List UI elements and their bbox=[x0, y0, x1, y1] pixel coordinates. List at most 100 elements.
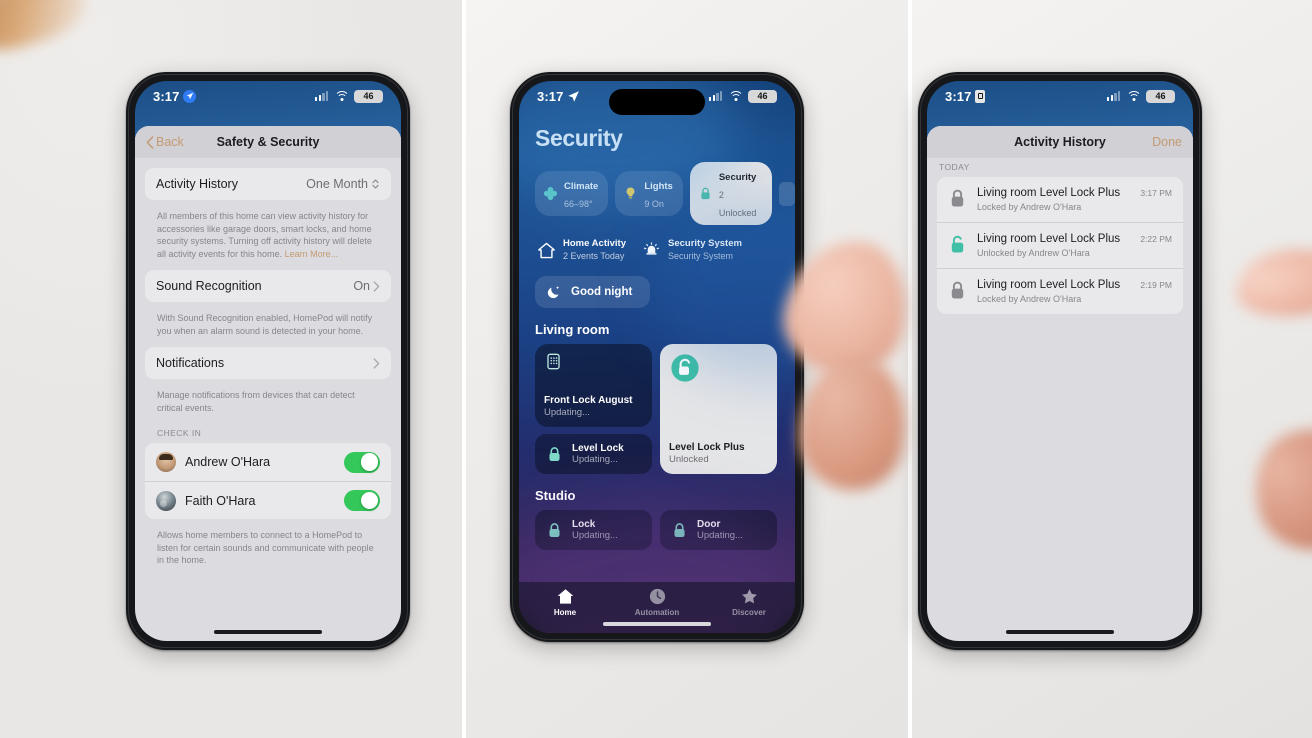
back-button[interactable]: Back bbox=[146, 135, 184, 149]
activity-history-sheet: Activity History Done TODAY Living room … bbox=[927, 126, 1193, 641]
activity-time: 3:17 PM bbox=[1140, 188, 1172, 198]
phone-left-screen: 3:17 46 Back Safety & Security Activity … bbox=[135, 81, 401, 641]
tab-discover[interactable]: Discover bbox=[703, 587, 795, 617]
home-app: 3:17 46 Security Climate 66–98° Lights 9… bbox=[519, 81, 795, 633]
scene-label: Good night bbox=[571, 286, 633, 298]
member-name: Faith O'Hara bbox=[185, 493, 256, 508]
home-indicator bbox=[603, 621, 711, 626]
lock-badge-icon bbox=[975, 89, 986, 103]
activity-history-card: Activity History One Month bbox=[145, 168, 391, 200]
member-row[interactable]: Faith O'Hara bbox=[145, 481, 391, 519]
status-left: 3:17 bbox=[945, 88, 986, 104]
activity-time: 2:19 PM bbox=[1140, 280, 1172, 290]
location-arrow-icon bbox=[183, 89, 197, 103]
summary-title: Home Activity bbox=[563, 238, 626, 249]
phone-right-screen: 3:17 46 Activity History Done TODAY Livi… bbox=[927, 81, 1193, 641]
location-arrow-icon bbox=[568, 90, 580, 102]
tab-label: Discover bbox=[732, 608, 766, 617]
activity-history-label: Activity History bbox=[156, 177, 238, 191]
check-in-header: CHECK IN bbox=[157, 428, 202, 438]
keypad-lock-icon bbox=[547, 353, 560, 370]
sheet-nav-bar: Back Safety & Security bbox=[135, 126, 401, 158]
notifications-note: Manage notifications from devices that c… bbox=[157, 390, 355, 413]
member-toggle[interactable] bbox=[344, 490, 380, 511]
activity-row[interactable]: Living room Level Lock Plus Unlocked by … bbox=[937, 222, 1183, 268]
status-time: 3:17 bbox=[153, 88, 180, 104]
tile-level-lock[interactable]: Level Lock Updating... bbox=[535, 434, 652, 474]
sound-recognition-note: With Sound Recognition enabled, HomePod … bbox=[157, 313, 373, 336]
battery-indicator: 46 bbox=[1146, 89, 1175, 103]
tile-status: Unlocked bbox=[669, 454, 709, 465]
tab-automation[interactable]: Automation bbox=[611, 587, 703, 617]
lock-icon bbox=[701, 187, 710, 200]
cellular-signal-icon bbox=[709, 91, 723, 101]
tile-title: Level Lock bbox=[572, 442, 624, 454]
today-section-header: TODAY bbox=[939, 162, 970, 172]
chevron-up-down-icon bbox=[372, 179, 379, 189]
chevron-right-icon bbox=[373, 357, 380, 369]
activity-history-note-text: All members of this home can view activi… bbox=[157, 211, 372, 259]
panel-divider-1 bbox=[462, 0, 466, 738]
sound-recognition-label: Sound Recognition bbox=[156, 279, 262, 293]
activity-history-row[interactable]: Activity History One Month bbox=[145, 168, 391, 200]
tile-title: Level Lock Plus bbox=[669, 442, 745, 453]
status-time: 3:17 bbox=[945, 88, 972, 104]
dynamic-island bbox=[609, 89, 705, 115]
tile-status: Updating... bbox=[572, 454, 618, 465]
activity-row[interactable]: Living room Level Lock Plus Locked by An… bbox=[937, 177, 1183, 222]
screenshot-stage: 3:17 46 Back Safety & Security Activity … bbox=[0, 0, 1312, 738]
status-bar: 3:17 46 bbox=[927, 81, 1193, 111]
avatar bbox=[156, 490, 176, 511]
wifi-icon bbox=[1126, 90, 1141, 102]
check-in-note: Allows home members to connect to a Home… bbox=[157, 530, 374, 565]
phone-left: 3:17 46 Back Safety & Security Activity … bbox=[126, 72, 410, 650]
notifications-value bbox=[373, 357, 380, 369]
avatar bbox=[156, 452, 176, 472]
learn-more-link[interactable]: Learn More... bbox=[285, 249, 339, 259]
lock-icon bbox=[549, 446, 560, 461]
activity-row[interactable]: Living room Level Lock Plus Locked by An… bbox=[937, 268, 1183, 314]
member-toggle[interactable] bbox=[344, 451, 380, 473]
tab-home[interactable]: Home bbox=[519, 587, 611, 617]
summary-home-activity[interactable]: Home Activity 2 Events Today bbox=[537, 238, 626, 262]
chip-title: Security bbox=[718, 171, 757, 183]
status-right: 46 bbox=[315, 89, 383, 103]
notifications-row[interactable]: Notifications bbox=[145, 347, 391, 379]
activity-history-note: All members of this home can view activi… bbox=[145, 206, 391, 270]
notifications-card: Notifications bbox=[145, 347, 391, 379]
lock-icon bbox=[951, 281, 964, 299]
activity-detail: Unlocked by Andrew O'Hara bbox=[977, 248, 1090, 258]
back-button-label: Back bbox=[156, 135, 184, 149]
status-right: 46 bbox=[709, 89, 777, 103]
chevron-right-icon bbox=[373, 280, 380, 292]
lock-icon bbox=[951, 189, 964, 207]
scene-good-night[interactable]: Good night bbox=[535, 276, 651, 308]
chevron-left-icon bbox=[146, 135, 154, 149]
safety-security-sheet: Back Safety & Security Activity History … bbox=[135, 126, 401, 641]
status-bar: 3:17 46 bbox=[135, 81, 401, 111]
notifications-label: Notifications bbox=[156, 356, 225, 370]
home-indicator bbox=[214, 629, 322, 634]
clock-icon bbox=[649, 588, 665, 605]
done-button[interactable]: Done bbox=[1152, 135, 1182, 149]
activity-detail: Locked by Andrew O'Hara bbox=[977, 202, 1082, 212]
tab-label: Automation bbox=[634, 608, 680, 617]
house-icon bbox=[557, 589, 573, 604]
activity-title: Living room Level Lock Plus bbox=[977, 279, 1121, 291]
tile-title: Front Lock August bbox=[544, 395, 633, 406]
status-time: 3:17 bbox=[537, 88, 564, 104]
sheet-nav-bar: Activity History Done bbox=[927, 126, 1193, 158]
home-indicator bbox=[1006, 629, 1114, 634]
cellular-signal-icon bbox=[315, 91, 329, 101]
star-icon bbox=[741, 589, 757, 604]
status-right: 46 bbox=[1107, 89, 1175, 103]
status-left: 3:17 bbox=[537, 89, 580, 104]
tile-front-lock-august[interactable]: Front Lock August Updating... bbox=[535, 344, 652, 427]
activity-list: Living room Level Lock Plus Locked by An… bbox=[937, 177, 1183, 314]
house-icon bbox=[538, 242, 555, 258]
panel-divider-2 bbox=[908, 0, 912, 738]
sheet-content: Activity History One Month All members o… bbox=[135, 158, 401, 577]
unlock-icon bbox=[951, 235, 964, 253]
member-row[interactable]: Andrew O'Hara bbox=[145, 443, 391, 481]
sound-recognition-row[interactable]: Sound Recognition On bbox=[145, 270, 391, 302]
